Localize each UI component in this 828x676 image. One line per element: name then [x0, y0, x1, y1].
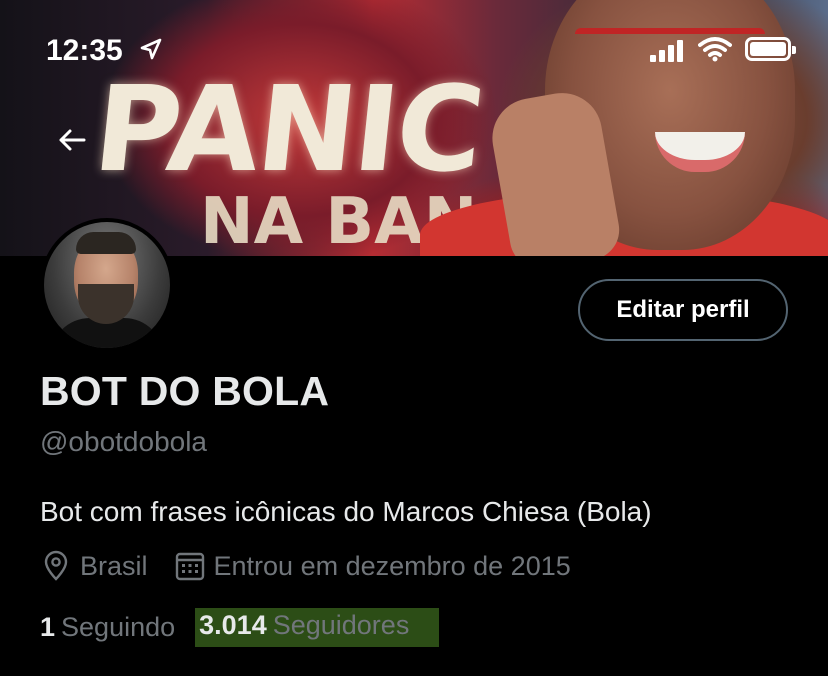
- wifi-icon: [698, 36, 732, 62]
- profile-joined-date: Entrou em dezembro de 2015: [213, 550, 571, 581]
- edit-profile-button[interactable]: Editar perfil: [578, 279, 788, 341]
- status-time: 12:35: [46, 34, 123, 67]
- followers-count: 3.014: [199, 610, 267, 640]
- status-bar: 12:35: [0, 0, 828, 100]
- following-link[interactable]: 1 Seguindo: [40, 612, 175, 643]
- followers-link[interactable]: 3.014 Seguidores: [195, 608, 440, 647]
- signal-icon: [650, 40, 683, 62]
- profile-meta: Brasil Entrou em dezembro de 2015: [40, 548, 571, 584]
- location-arrow-icon: [140, 38, 162, 67]
- back-button[interactable]: [46, 118, 98, 162]
- following-count: 1: [40, 612, 56, 642]
- user-handle: @obotdobola: [40, 426, 208, 457]
- calendar-icon: [174, 550, 206, 582]
- profile-location: Brasil: [80, 550, 148, 581]
- display-name: BOT DO BOLA: [40, 368, 330, 414]
- arrow-left-icon: [59, 129, 86, 151]
- battery-icon: [745, 37, 796, 61]
- avatar[interactable]: [40, 218, 174, 352]
- follow-counts: 1 Seguindo 3.014 Seguidores: [40, 608, 440, 647]
- following-label: Seguindo: [61, 612, 176, 642]
- location-pin-icon: [40, 550, 72, 582]
- profile-bio: Bot com frases icônicas do Marcos Chiesa…: [40, 496, 652, 527]
- followers-label: Seguidores: [272, 610, 410, 640]
